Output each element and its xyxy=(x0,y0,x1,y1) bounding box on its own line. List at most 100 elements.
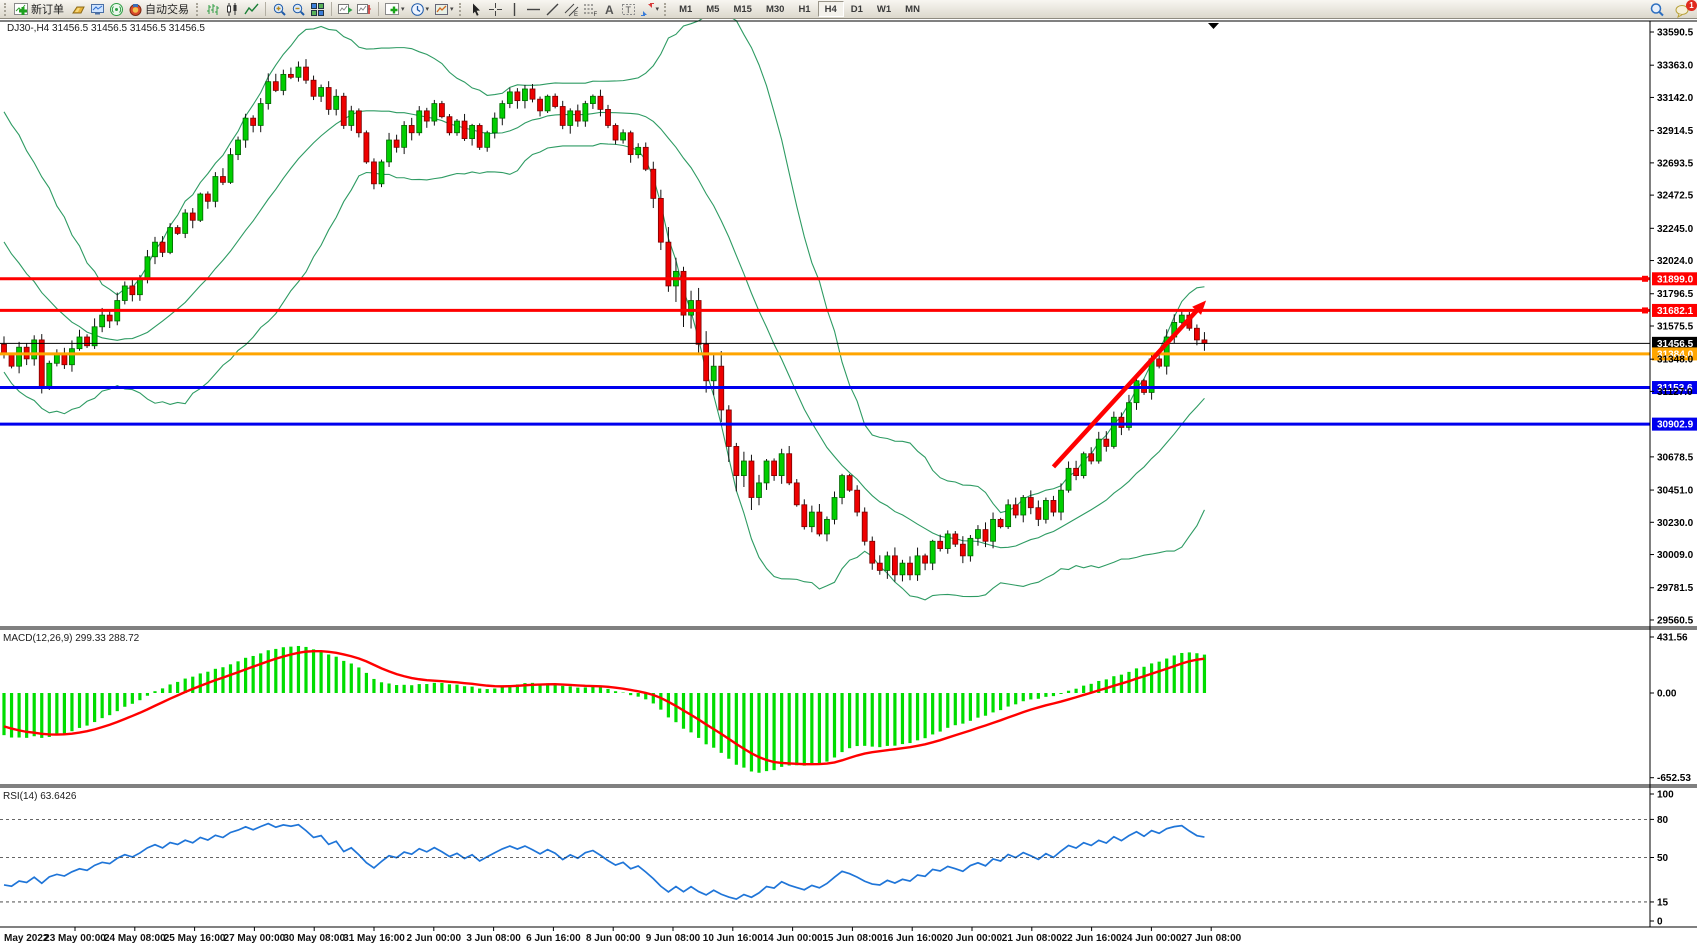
toolbar-button-search[interactable] xyxy=(1647,1,1667,18)
toolbar-button-bar-chart[interactable] xyxy=(204,1,223,18)
text-label-icon: T xyxy=(621,2,636,17)
candle xyxy=(77,337,82,349)
date-label[interactable]: May 2022 xyxy=(4,933,49,944)
toolbar-button-line-chart[interactable] xyxy=(242,1,261,18)
candle xyxy=(606,109,611,125)
toolbar-button-gold[interactable] xyxy=(69,1,88,18)
date-label[interactable]: 25 May 16:00 xyxy=(164,933,226,944)
toolbar-button-add-indicator[interactable]: ▾ xyxy=(383,1,408,18)
toolbar-separator xyxy=(196,3,200,16)
date-label[interactable]: 14 Jun 00:00 xyxy=(763,933,823,944)
toolbar-button-cursor[interactable] xyxy=(467,1,486,18)
date-label[interactable]: 2 Jun 00:00 xyxy=(407,933,462,944)
date-label[interactable]: 24 May 08:00 xyxy=(104,933,166,944)
candle xyxy=(183,213,188,233)
date-label[interactable]: 24 Jun 00:00 xyxy=(1121,933,1181,944)
date-label[interactable]: 3 Jun 08:00 xyxy=(466,933,521,944)
chevron-down-icon[interactable]: ▾ xyxy=(400,5,406,13)
toolbar-button-channel[interactable]: E xyxy=(562,1,581,18)
toolbar-button-template[interactable]: ▾ xyxy=(432,1,457,18)
candle xyxy=(802,505,807,527)
date-label[interactable]: 16 Jun 16:00 xyxy=(882,933,942,944)
date-label[interactable]: 10 Jun 16:00 xyxy=(703,933,763,944)
timeframe-button-mn[interactable]: MN xyxy=(898,1,927,17)
candle xyxy=(153,242,158,257)
notification-badge[interactable]: 1 xyxy=(1686,0,1697,11)
timeframe-button-m1[interactable]: M1 xyxy=(672,1,699,17)
toolbar-button-signal[interactable] xyxy=(107,1,126,18)
timeframe-button-h1[interactable]: H1 xyxy=(791,1,817,17)
candle xyxy=(522,89,527,101)
date-label[interactable]: 9 Jun 08:00 xyxy=(646,933,701,944)
toolbar-button-autoscroll[interactable] xyxy=(336,1,355,18)
date-label[interactable]: 31 May 16:00 xyxy=(343,933,405,944)
candle xyxy=(243,118,248,140)
price-level-label: 31899.0 xyxy=(1657,274,1694,285)
timeframe-button-h4[interactable]: H4 xyxy=(818,1,844,17)
toolbar-button-zoom-out[interactable] xyxy=(289,1,308,18)
candle xyxy=(281,74,286,90)
timeframe-button-m15[interactable]: M15 xyxy=(726,1,758,17)
toolbar-button-chat[interactable]: 1 xyxy=(1673,1,1693,18)
macd-indicator-label: MACD(12,26,9) 299.33 288.72 xyxy=(3,633,139,644)
date-label[interactable]: 23 May 00:00 xyxy=(44,933,106,944)
candle xyxy=(304,67,309,80)
price-lines-layer[interactable]: 31899.031682.131456.531384.031153.630902… xyxy=(0,272,1697,467)
candles-layer xyxy=(2,59,1207,582)
price-axis[interactable]: 33590.533363.033142.032914.532693.532472… xyxy=(1650,21,1694,928)
toolbar-button-new-order[interactable]: 新订单 xyxy=(12,1,69,18)
candle xyxy=(1194,328,1199,340)
date-label[interactable]: 20 Jun 00:00 xyxy=(942,933,1002,944)
toolbar-button-arrows[interactable]: ▾ xyxy=(638,1,663,18)
candle xyxy=(900,563,905,575)
candle xyxy=(379,162,384,184)
candle xyxy=(613,125,618,140)
toolbar-button-tile-windows[interactable] xyxy=(308,1,327,18)
date-label[interactable]: 27 Jun 08:00 xyxy=(1181,933,1241,944)
candle xyxy=(69,349,74,365)
toolbar-button-monitor[interactable] xyxy=(88,1,107,18)
toolbar-button-zoom-in[interactable] xyxy=(270,1,289,18)
chart-shift-marker[interactable] xyxy=(1208,23,1219,29)
candle xyxy=(145,257,150,279)
toolbar-button-crosshair[interactable] xyxy=(486,1,505,18)
toolbar-button-autotrade[interactable]: 自动交易 xyxy=(126,1,194,18)
timeframe-button-d1[interactable]: D1 xyxy=(844,1,870,17)
date-label[interactable]: 15 Jun 08:00 xyxy=(822,933,882,944)
toolbar-button-fibonacci[interactable]: F xyxy=(581,1,600,18)
date-label[interactable]: 22 Jun 16:00 xyxy=(1062,933,1122,944)
chevron-down-icon[interactable]: ▾ xyxy=(655,5,661,13)
candle xyxy=(658,198,663,242)
toolbar-button-chart-shift[interactable] xyxy=(355,1,374,18)
toolbar-button-hline[interactable] xyxy=(524,1,543,18)
chevron-down-icon[interactable]: ▾ xyxy=(449,5,455,13)
candle xyxy=(568,111,573,126)
toolbar-button-vline[interactable] xyxy=(505,1,524,18)
candle xyxy=(975,530,980,539)
macd-axis-label: 431.56 xyxy=(1657,632,1688,643)
candle xyxy=(832,497,837,519)
toolbar-button-text-label[interactable]: T xyxy=(619,1,638,18)
toolbar-button-period-clock[interactable]: ▾ xyxy=(408,1,433,18)
candle xyxy=(175,228,180,234)
chevron-down-icon[interactable]: ▾ xyxy=(425,5,431,13)
candle xyxy=(855,490,860,512)
candle xyxy=(258,104,263,126)
timeframe-button-w1[interactable]: W1 xyxy=(870,1,898,17)
chart-canvas[interactable]: 31899.031682.131456.531384.031153.630902… xyxy=(0,0,1697,946)
crosshair-icon xyxy=(488,2,503,17)
date-label[interactable]: 30 May 08:00 xyxy=(283,933,345,944)
candle xyxy=(1089,454,1094,461)
toolbar-button-text[interactable]: A xyxy=(600,1,619,18)
timeframe-button-m5[interactable]: M5 xyxy=(699,1,726,17)
timeframe-button-m30[interactable]: M30 xyxy=(759,1,791,17)
date-label[interactable]: 27 May 00:00 xyxy=(224,933,286,944)
toolbar-button-trendline[interactable] xyxy=(543,1,562,18)
candle xyxy=(273,82,278,91)
signal-icon xyxy=(109,2,124,17)
candle xyxy=(877,563,882,570)
date-label[interactable]: 6 Jun 16:00 xyxy=(526,933,581,944)
toolbar-button-candle-chart[interactable] xyxy=(223,1,242,18)
date-label[interactable]: 8 Jun 00:00 xyxy=(586,933,641,944)
date-label[interactable]: 21 Jun 08:00 xyxy=(1002,933,1062,944)
